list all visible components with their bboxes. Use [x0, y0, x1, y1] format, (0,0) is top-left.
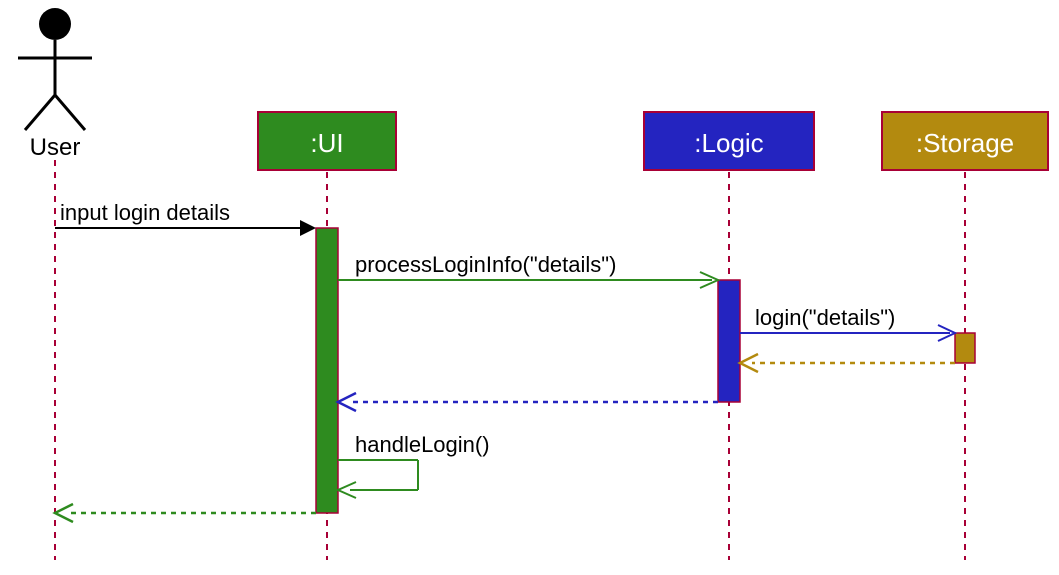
message-handle-login: handleLogin() [338, 432, 490, 498]
return-logic-to-ui [338, 393, 718, 411]
message-process-login-info: processLoginInfo("details") [338, 252, 718, 288]
actor-label: User [30, 134, 81, 161]
ui-activation [316, 228, 338, 513]
msg3-label: login("details") [755, 305, 895, 330]
logic-activation [718, 280, 740, 402]
participant-logic: :Logic [644, 112, 814, 170]
actor-user: User [18, 8, 92, 161]
msg1-label: input login details [60, 200, 230, 225]
message-login: login("details") [740, 305, 955, 341]
storage-activation [955, 333, 975, 363]
ui-label: :UI [310, 128, 343, 158]
msg2-label: processLoginInfo("details") [355, 252, 616, 277]
msg4-label: handleLogin() [355, 432, 490, 457]
participant-storage: :Storage [882, 112, 1048, 170]
logic-label: :Logic [694, 128, 763, 158]
message-input-login-details: input login details [55, 200, 316, 236]
sequence-diagram: User :UI :Logic :Storage input login det… [0, 0, 1059, 570]
return-storage-to-logic [740, 354, 955, 372]
storage-label: :Storage [916, 128, 1014, 158]
participant-ui: :UI [258, 112, 396, 170]
return-ui-to-user [55, 504, 316, 522]
